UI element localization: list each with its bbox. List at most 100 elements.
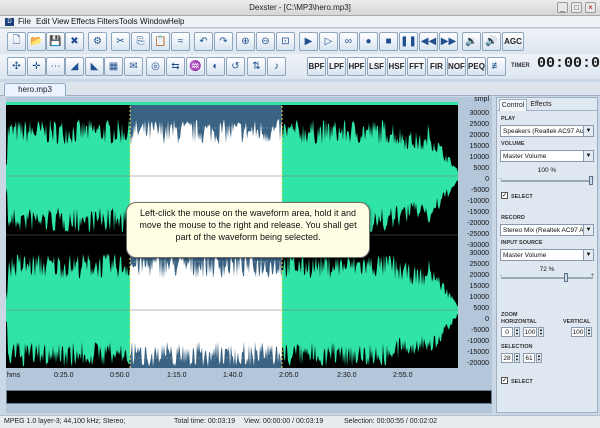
open-folder-button[interactable]: 📂 <box>27 32 46 51</box>
tab-hero-mp3[interactable]: hero.mp3 <box>4 83 66 96</box>
overview-scrollbar[interactable] <box>6 390 492 404</box>
menu-help[interactable]: Help <box>168 17 184 26</box>
maximize-button[interactable]: □ <box>571 2 582 13</box>
tab-effects[interactable]: Effects <box>529 99 553 111</box>
selection-to-spinner[interactable]: ▲ ▼ <box>536 353 542 363</box>
hsf-button[interactable]: HSF <box>387 57 406 76</box>
input-slider-thumb[interactable] <box>564 273 569 282</box>
volume-source-select[interactable]: Master Volume ▼ <box>500 150 594 162</box>
tab-control[interactable]: Control <box>499 99 527 111</box>
volume-down-button[interactable]: 🔉 <box>462 32 481 51</box>
record-device-select[interactable]: Stereo Mix (Realtek AC97 A ▼ <box>500 224 594 236</box>
play-selection-button[interactable]: ▷ <box>319 32 338 51</box>
zoom-out-button[interactable]: ⊖ <box>256 32 275 51</box>
close-file-button[interactable]: ✖ <box>65 32 84 51</box>
loop-button[interactable]: ∞ <box>339 32 358 51</box>
trim-button[interactable]: ✣ <box>7 57 26 76</box>
zoom-h-to-spinner[interactable]: ▲ ▼ <box>538 327 544 337</box>
reverse-button[interactable]: ⇆ <box>166 57 185 76</box>
fir-button[interactable]: FIR <box>427 57 446 76</box>
redo-icon: ↷ <box>219 36 228 47</box>
copy-button[interactable]: ⎘ <box>131 32 150 51</box>
normalize-button[interactable]: ▦ <box>104 57 123 76</box>
zoom-fit-button[interactable]: ⊡ <box>276 32 295 51</box>
zoom-v-spinner[interactable]: ▲ ▼ <box>586 327 592 337</box>
split-icon: ✛ <box>32 61 41 72</box>
cut-button[interactable]: ✂ <box>111 32 130 51</box>
paste-icon: 📋 <box>154 36 167 47</box>
input-slider[interactable]: - + <box>500 273 594 282</box>
selection-to-input[interactable]: 61 <box>523 353 535 363</box>
select-checkbox-zoom[interactable]: ✓ <box>501 377 508 384</box>
play-button[interactable]: ▶ <box>299 32 318 51</box>
amplitude-axis: smpl 30000 25000 20000 15000 10000 5000 0 -5000… <box>459 96 492 369</box>
menu-edit[interactable]: Edit <box>36 17 50 26</box>
nof-button[interactable]: NOF <box>447 57 466 76</box>
lsf-button[interactable]: LSF <box>367 57 386 76</box>
pause-button[interactable]: ❚❚ <box>399 32 418 51</box>
close-window-button[interactable]: × <box>585 2 596 13</box>
mix-paste-button[interactable]: ≈ <box>171 32 190 51</box>
lpf-button[interactable]: LPF <box>327 57 346 76</box>
volume-up-button[interactable]: 🔊 <box>482 32 501 51</box>
menu-view[interactable]: View <box>52 17 69 26</box>
zoom-in-button[interactable]: ⊕ <box>236 32 255 51</box>
main-toolbar: 🗋 📂 💾 ✖ ⚙ ✂ ⎘ 📋 ≈ ↶ ↷ ⊕ ⊖ ⊡ ▶ ▷ ∞ ● ■ ❚❚ ◀◀ ▶▶ 🔉 🔊 AGC <box>0 29 600 54</box>
help-tooltip: Left-click the mouse on the waveform are… <box>126 202 370 258</box>
paste-button[interactable]: 📋 <box>151 32 170 51</box>
hpf-button[interactable]: HPF <box>347 57 366 76</box>
save-button[interactable]: 💾 <box>46 32 65 51</box>
rewind-button[interactable]: ◀◀ <box>419 32 438 51</box>
flanger-button[interactable]: ◐ <box>206 57 225 76</box>
volume-slider[interactable]: - + <box>500 176 594 185</box>
peq-button[interactable]: PEQ <box>467 57 486 76</box>
echo-icon: ◎ <box>151 61 160 72</box>
chorus-icon: ♒ <box>189 61 202 72</box>
zoom-h-from-input[interactable]: 0 <box>501 327 513 337</box>
app-system-icon[interactable]: D <box>5 18 14 26</box>
silence-button[interactable]: ⋯ <box>46 57 65 76</box>
menu-effects[interactable]: Effects <box>71 17 95 26</box>
agc-button[interactable]: AGC <box>502 32 524 51</box>
chorus-button[interactable]: ♒ <box>186 57 205 76</box>
invert-button[interactable]: ⇅ <box>247 57 266 76</box>
bpf-button[interactable]: BPF <box>307 57 326 76</box>
amplify-button[interactable]: ✉ <box>124 57 143 76</box>
menu-filters[interactable]: Filters <box>97 17 119 26</box>
undo-button[interactable]: ↶ <box>194 32 213 51</box>
x-tick-label: 0:25.0 <box>54 372 74 379</box>
window-title: Dexster - [C:\MP3\hero.mp3] <box>249 3 351 12</box>
redo-button[interactable]: ↷ <box>214 32 233 51</box>
new-file-button[interactable]: 🗋 <box>7 32 26 51</box>
selection-from-input[interactable]: 28 <box>501 353 513 363</box>
properties-button[interactable]: ⚙ <box>88 32 107 51</box>
zoom-h-to-input[interactable]: 100 <box>523 327 537 337</box>
zoom-label: ZOOM <box>501 312 518 318</box>
minimize-button[interactable]: _ <box>557 2 568 13</box>
play-device-select[interactable]: Speakers (Realtek AC97 Au ▼ <box>500 125 594 137</box>
select-checkbox-play[interactable]: ✓ <box>501 192 508 199</box>
forward-button[interactable]: ▶▶ <box>439 32 458 51</box>
tempo-button[interactable]: ♪ <box>267 57 286 76</box>
zoom-h-from-spinner[interactable]: ▲ ▼ <box>514 327 520 337</box>
y-tick-label: -10000 <box>467 338 489 345</box>
record-button[interactable]: ● <box>359 32 378 51</box>
echo-button[interactable]: ◎ <box>146 57 165 76</box>
fft-button[interactable]: FFT <box>407 57 426 76</box>
pitch-button[interactable]: ↺ <box>226 57 245 76</box>
fade-out-button[interactable]: ◣ <box>85 57 104 76</box>
menu-window[interactable]: Window <box>140 17 168 26</box>
menu-file[interactable]: File <box>18 17 31 26</box>
split-button[interactable]: ✛ <box>27 57 46 76</box>
fade-in-button[interactable]: ◢ <box>65 57 84 76</box>
input-source-select[interactable]: Master Volume ▼ <box>500 249 594 261</box>
menu-tools[interactable]: Tools <box>119 17 138 26</box>
zoom-v-input[interactable]: 100 <box>571 327 585 337</box>
settings-button[interactable]: ≢ <box>487 57 506 76</box>
hsf-icon: HSF <box>388 62 405 71</box>
stop-button[interactable]: ■ <box>379 32 398 51</box>
amplify-icon: ✉ <box>129 61 138 72</box>
volume-slider-thumb[interactable] <box>589 176 593 185</box>
y-tick-label: 15000 <box>469 283 489 290</box>
selection-from-spinner[interactable]: ▲ ▼ <box>514 353 520 363</box>
